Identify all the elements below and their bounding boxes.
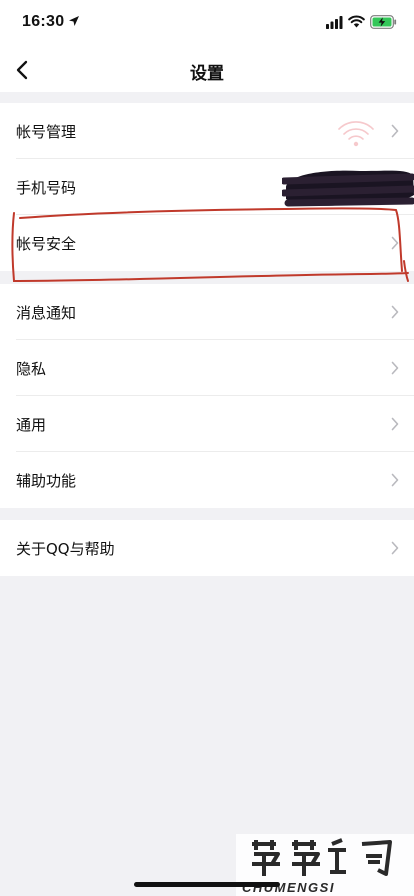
row-label: 帐号管理 <box>16 123 77 141</box>
home-indicator <box>134 882 280 887</box>
settings-row-privacy[interactable]: 隐私 <box>0 340 414 396</box>
battery-charging-icon <box>370 15 397 29</box>
wifi-icon <box>348 15 365 28</box>
settings-group-general: 消息通知 隐私 通用 辅助功能 <box>0 284 414 508</box>
status-bar: 16:30 <box>0 0 414 48</box>
chevron-right-icon <box>391 417 399 431</box>
settings-row-general[interactable]: 通用 <box>0 396 414 452</box>
row-label: 帐号安全 <box>16 235 77 253</box>
row-label: 手机号码 <box>16 179 77 197</box>
row-label: 消息通知 <box>16 304 77 322</box>
settings-row-accessibility[interactable]: 辅助功能 <box>0 452 414 508</box>
signal-icon <box>326 16 343 29</box>
location-arrow-icon <box>69 16 79 26</box>
settings-group-account: 帐号管理 手机号码 帐号安全 <box>0 103 414 271</box>
redaction-scribble <box>282 170 414 207</box>
chevron-right-icon <box>391 236 399 250</box>
settings-group-about: 关于QQ与帮助 <box>0 520 414 576</box>
settings-row-phone-number[interactable]: 手机号码 <box>0 159 414 215</box>
settings-row-about-qq-help[interactable]: 关于QQ与帮助 <box>0 520 414 576</box>
settings-row-account-management[interactable]: 帐号管理 <box>0 103 414 159</box>
chevron-right-icon <box>391 305 399 319</box>
settings-row-notifications[interactable]: 消息通知 <box>0 284 414 340</box>
chevron-right-icon <box>391 473 399 487</box>
status-time: 16:30 <box>22 13 65 30</box>
row-label: 辅助功能 <box>16 472 77 490</box>
chevron-right-icon <box>391 124 399 138</box>
watermark-logo-mark <box>252 838 392 876</box>
row-label: 关于QQ与帮助 <box>16 540 115 558</box>
page-title: 设置 <box>190 64 224 84</box>
row-label: 隐私 <box>16 360 47 378</box>
navigation-bar: 设置 <box>0 48 414 92</box>
row-label: 通用 <box>16 416 47 434</box>
settings-row-account-security[interactable]: 帐号安全 <box>0 215 414 271</box>
wifi-watermark-icon <box>338 121 374 147</box>
chevron-right-icon <box>391 541 399 555</box>
chevron-right-icon <box>391 361 399 375</box>
